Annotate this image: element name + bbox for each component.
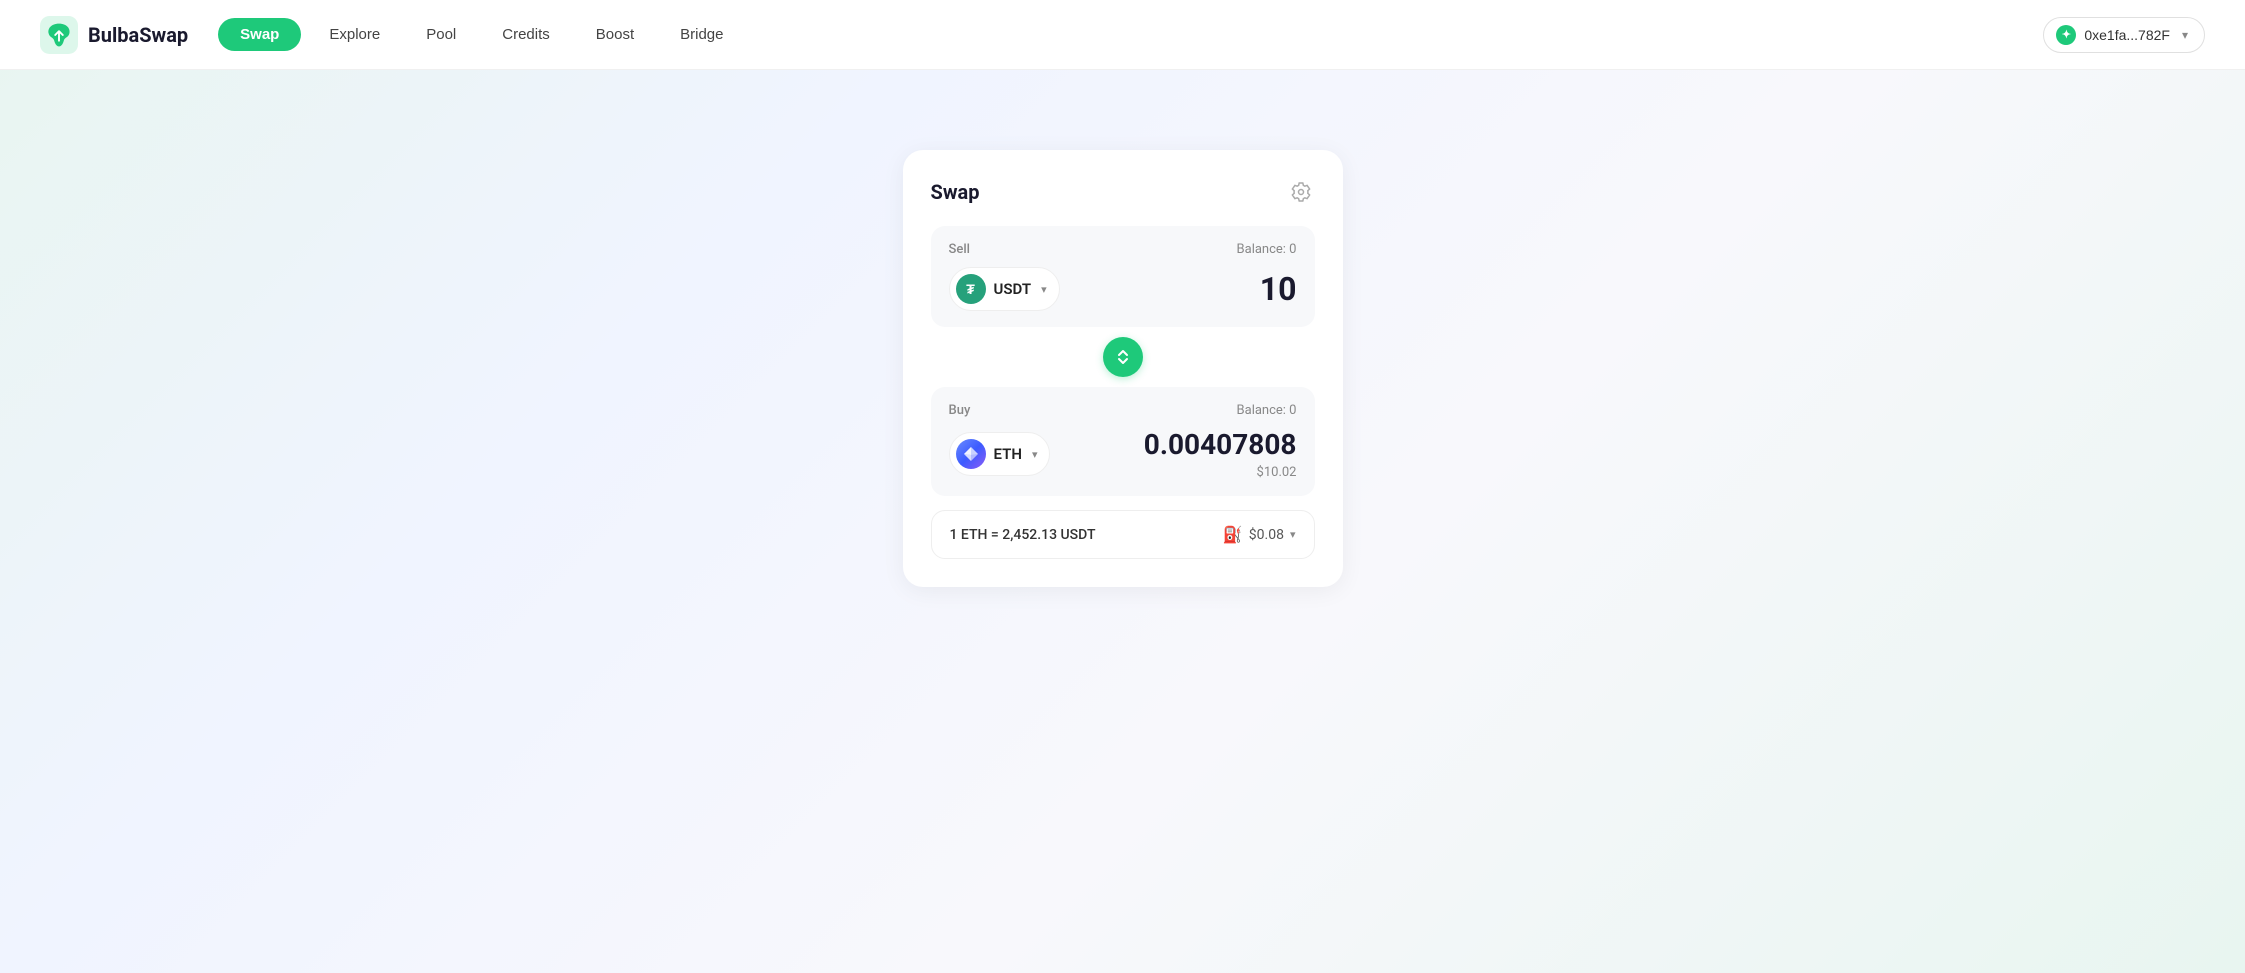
gas-icon: ⛽ (1223, 525, 1243, 544)
sell-amount[interactable]: 10 (1260, 270, 1297, 308)
wallet-address: 0xe1fa...782F (2084, 27, 2170, 43)
rate-text: 1 ETH = 2,452.13 USDT (950, 527, 1096, 543)
sell-label: Sell (949, 242, 970, 257)
nav-swap-button[interactable]: Swap (218, 18, 301, 51)
rate-bar: 1 ETH = 2,452.13 USDT ⛽ $0.08 ▾ (931, 510, 1315, 559)
swap-card-title: Swap (931, 180, 980, 204)
sell-token-selector[interactable]: ₮ USDT ▾ (949, 267, 1060, 311)
swap-direction-wrap (931, 337, 1315, 377)
buy-balance: Balance: 0 (1237, 403, 1297, 418)
gas-cost: $0.08 (1249, 527, 1284, 543)
brand-name: BulbaSwap (88, 23, 188, 47)
eth-icon (956, 439, 986, 469)
buy-label-row: Buy Balance: 0 (949, 403, 1297, 418)
swap-card-header: Swap (931, 178, 1315, 206)
buy-input-row: ETH ▾ 0.00407808 $10.02 (949, 428, 1297, 480)
wallet-chevron-icon: ▾ (2182, 28, 2188, 42)
sell-label-row: Sell Balance: 0 (949, 242, 1297, 257)
sell-token-box: Sell Balance: 0 ₮ USDT ▾ 10 (931, 226, 1315, 327)
swap-direction-button[interactable] (1103, 337, 1143, 377)
swap-card: Swap Sell Balance: 0 ₮ USDT (903, 150, 1343, 587)
logo-area: BulbaSwap (40, 16, 188, 54)
sell-token-chevron-icon: ▾ (1041, 283, 1047, 296)
nav-explore-link[interactable]: Explore (311, 18, 398, 51)
nav-credits-link[interactable]: Credits (484, 18, 568, 51)
buy-token-selector[interactable]: ETH ▾ (949, 432, 1051, 476)
wallet-icon: ✦ (2056, 25, 2076, 45)
main-content: Swap Sell Balance: 0 ₮ USDT (0, 70, 2245, 973)
swap-arrows-icon (1114, 348, 1132, 366)
buy-token-box: Buy Balance: 0 ETH (931, 387, 1315, 496)
gas-info[interactable]: ⛽ $0.08 ▾ (1223, 525, 1296, 544)
nav-pool-link[interactable]: Pool (408, 18, 474, 51)
buy-usd-value: $10.02 (1144, 465, 1297, 480)
sell-token-name: USDT (994, 280, 1032, 298)
nav-links: Swap Explore Pool Credits Boost Bridge (218, 18, 2043, 51)
wallet-button[interactable]: ✦ 0xe1fa...782F ▾ (2043, 17, 2205, 53)
buy-token-chevron-icon: ▾ (1032, 448, 1038, 461)
gas-chevron-icon[interactable]: ▾ (1290, 528, 1296, 541)
sell-input-row: ₮ USDT ▾ 10 (949, 267, 1297, 311)
nav-boost-link[interactable]: Boost (578, 18, 652, 51)
nav-bridge-link[interactable]: Bridge (662, 18, 741, 51)
usdt-icon: ₮ (956, 274, 986, 304)
buy-token-name: ETH (994, 445, 1022, 463)
logo-icon (40, 16, 78, 54)
buy-label: Buy (949, 403, 971, 418)
sell-balance: Balance: 0 (1237, 242, 1297, 257)
navbar: BulbaSwap Swap Explore Pool Credits Boos… (0, 0, 2245, 70)
settings-icon[interactable] (1287, 178, 1315, 206)
buy-amount[interactable]: 0.00407808 (1144, 428, 1297, 461)
